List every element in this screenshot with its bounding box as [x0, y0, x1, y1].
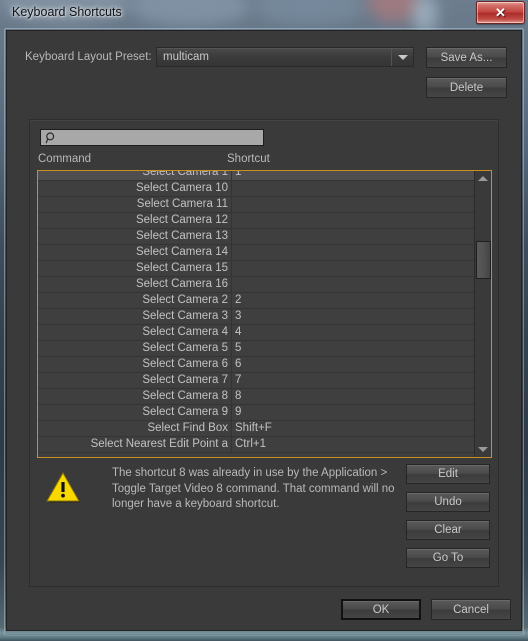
- row-shortcut: 6: [235, 358, 242, 370]
- row-command: Select Find Box: [147, 422, 228, 434]
- edit-button[interactable]: Edit: [406, 464, 490, 484]
- table-row[interactable]: Select Camera 15: [38, 261, 475, 277]
- search-input[interactable]: [40, 129, 264, 146]
- row-shortcut: 7: [235, 374, 242, 386]
- table-row[interactable]: Select Camera 12: [38, 213, 475, 229]
- column-divider: [231, 325, 232, 341]
- clear-button[interactable]: Clear: [406, 520, 490, 540]
- row-command: Select Camera 13: [135, 230, 228, 242]
- column-divider: [231, 181, 232, 197]
- column-divider: [231, 245, 232, 261]
- table-row[interactable]: Select Camera 8 8: [38, 389, 475, 405]
- chevron-down-icon[interactable]: [391, 48, 413, 66]
- column-divider: [231, 357, 232, 373]
- ok-button[interactable]: OK: [341, 599, 421, 620]
- table-row[interactable]: Select Camera 1 1: [38, 170, 475, 181]
- row-command: Select Camera 6: [142, 358, 228, 370]
- vertical-scrollbar[interactable]: [474, 171, 491, 457]
- row-command: Select Camera 7: [142, 374, 228, 386]
- table-row[interactable]: Select Camera 9 9: [38, 405, 475, 421]
- column-divider: [231, 261, 232, 277]
- shortcuts-panel: Command Shortcut Select Camera 1 1 Select …: [29, 119, 499, 587]
- dialog-window: Keyboard Shortcuts ✕ Keyboard Layout Pre…: [0, 0, 528, 641]
- shortcuts-list[interactable]: Select Camera 1 1 Select Camera 10 Select C…: [37, 170, 492, 458]
- row-command: Select Camera 1: [142, 170, 228, 178]
- column-header-command: Command: [38, 153, 92, 165]
- column-divider: [231, 213, 232, 229]
- row-command: Select Camera 16: [135, 278, 228, 290]
- row-shortcut: Shift+F: [235, 422, 272, 434]
- row-command: Select Camera 3: [142, 310, 228, 322]
- column-divider: [231, 373, 232, 389]
- row-shortcut: 2: [235, 294, 242, 306]
- table-row[interactable]: Select Camera 3 3: [38, 309, 475, 325]
- column-divider: [231, 389, 232, 405]
- undo-button[interactable]: Undo: [406, 492, 490, 512]
- scrollbar-thumb[interactable]: [476, 241, 491, 279]
- go-to-button[interactable]: Go To: [406, 548, 490, 568]
- delete-button[interactable]: Delete: [426, 77, 507, 98]
- table-row[interactable]: Select Find Box Shift+F: [38, 421, 475, 437]
- row-shortcut: 4: [235, 326, 242, 338]
- row-shortcut: Ctrl+1: [235, 438, 266, 450]
- cancel-button[interactable]: Cancel: [431, 599, 511, 620]
- row-shortcut: 3: [235, 310, 242, 322]
- scroll-down-icon[interactable]: [475, 442, 491, 457]
- column-header-shortcut: Shortcut: [227, 153, 270, 165]
- row-command: Select Camera 5: [142, 342, 228, 354]
- row-command: Select Camera 4: [142, 326, 228, 338]
- close-icon: ✕: [495, 5, 506, 20]
- row-command: Select Camera 14: [135, 246, 228, 258]
- column-divider: [231, 293, 232, 309]
- table-row[interactable]: Select Camera 2 2: [38, 293, 475, 309]
- table-row[interactable]: Select Camera 11: [38, 197, 475, 213]
- column-divider: [231, 341, 232, 357]
- warning-triangle-icon: [46, 471, 80, 503]
- row-command: Select Nearest Edit Point a: [90, 438, 228, 450]
- column-divider: [231, 277, 232, 293]
- dialog-client-area: Keyboard Layout Preset: multicam Save As…: [6, 30, 522, 631]
- row-command: Select Camera 15: [135, 262, 228, 274]
- table-row[interactable]: Select Camera 7 7: [38, 373, 475, 389]
- preset-selected-value: multicam: [163, 51, 210, 63]
- preset-label: Keyboard Layout Preset:: [25, 51, 152, 63]
- table-row[interactable]: Select Camera 13: [38, 229, 475, 245]
- table-row[interactable]: Select Camera 5 5: [38, 341, 475, 357]
- warning-message: The shortcut 8 was already in use by the…: [112, 467, 395, 510]
- search-icon: [45, 132, 55, 144]
- column-divider: [231, 421, 232, 437]
- column-divider: [231, 171, 232, 181]
- table-row[interactable]: Select Nearest Edit Point a Ctrl+1: [38, 437, 475, 453]
- row-command: Select Camera 9: [142, 406, 228, 418]
- column-divider: [231, 309, 232, 325]
- column-divider: [231, 405, 232, 421]
- row-shortcut: 9: [235, 406, 242, 418]
- table-row[interactable]: Select Camera 10: [38, 181, 475, 197]
- row-shortcut: 1: [235, 170, 242, 178]
- row-shortcut: 8: [235, 390, 242, 402]
- row-command: Select Camera 8: [142, 390, 228, 402]
- table-row[interactable]: Select Camera 14: [38, 245, 475, 261]
- scroll-up-icon[interactable]: [475, 171, 491, 186]
- row-command: Select Camera 10: [135, 182, 228, 194]
- column-divider: [231, 437, 232, 453]
- table-row[interactable]: Select Camera 6 6: [38, 357, 475, 373]
- table-row[interactable]: Select Camera 4 4: [38, 325, 475, 341]
- row-command: Select Camera 12: [135, 214, 228, 226]
- column-divider: [231, 197, 232, 213]
- shortcuts-list-viewport: Select Camera 1 1 Select Camera 10 Select C…: [38, 170, 475, 457]
- table-row[interactable]: Select Camera 16: [38, 277, 475, 293]
- keyboard-layout-preset-select[interactable]: multicam: [156, 47, 414, 67]
- row-shortcut: 5: [235, 342, 242, 354]
- save-as-button[interactable]: Save As...: [426, 47, 507, 68]
- titlebar[interactable]: Keyboard Shortcuts ✕: [0, 0, 528, 28]
- row-command: Select Camera 2: [142, 294, 228, 306]
- column-divider: [231, 229, 232, 245]
- window-title: Keyboard Shortcuts: [12, 5, 122, 19]
- row-command: Select Camera 11: [136, 198, 228, 210]
- close-button[interactable]: ✕: [476, 1, 525, 24]
